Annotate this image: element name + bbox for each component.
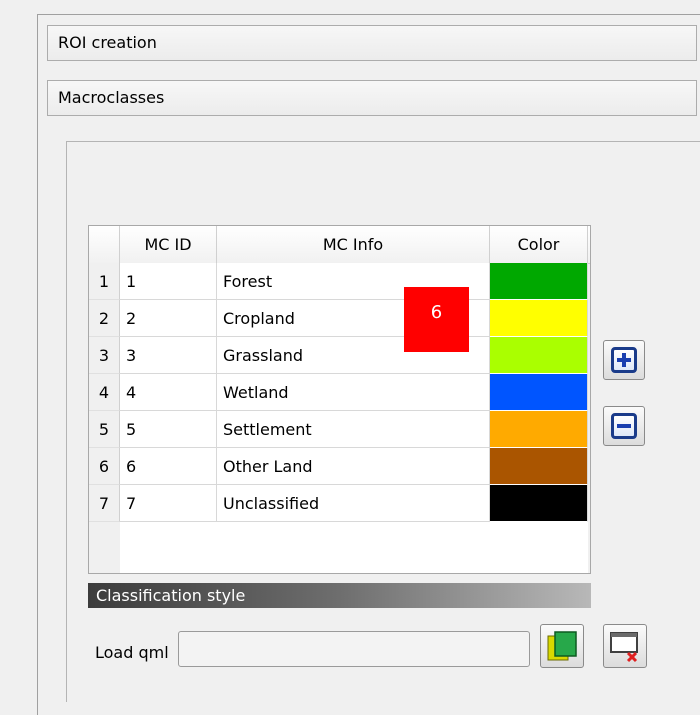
mc-info-cell[interactable]: Unclassified — [217, 485, 490, 522]
table-row[interactable]: 2 2 Cropland — [89, 300, 588, 337]
load-qml-icon — [547, 631, 577, 661]
table-header: MC ID MC Info Color — [89, 226, 590, 264]
mc-info-cell[interactable]: Settlement — [217, 411, 490, 448]
mc-id-cell[interactable]: 6 — [120, 448, 217, 485]
row-number[interactable]: 3 — [89, 337, 120, 374]
table-corner[interactable] — [89, 226, 120, 263]
table-empty-area — [120, 522, 588, 573]
color-cell[interactable] — [490, 411, 588, 448]
macroclasses-header[interactable]: Macroclasses — [47, 80, 697, 116]
load-qml-button[interactable] — [540, 624, 584, 668]
mc-id-cell[interactable]: 5 — [120, 411, 217, 448]
mc-id-cell[interactable]: 1 — [120, 263, 217, 300]
plus-icon — [611, 347, 637, 373]
color-cell[interactable] — [490, 485, 588, 522]
load-qml-label: Load qml — [95, 643, 169, 662]
color-cell[interactable] — [490, 448, 588, 485]
color-cell[interactable] — [490, 374, 588, 411]
mc-info-cell[interactable]: Other Land — [217, 448, 490, 485]
reset-style-icon — [610, 632, 638, 663]
classification-style-title: Classification style — [88, 583, 591, 608]
macroclass-table[interactable]: MC ID MC Info Color 1 1 Forest 2 2 Cropland 3 3… — [88, 225, 591, 574]
mc-id-cell[interactable]: 3 — [120, 337, 217, 374]
row-number[interactable]: 1 — [89, 263, 120, 300]
table-row[interactable]: 6 6 Other Land — [89, 448, 588, 485]
table-row[interactable]: 3 3 Grassland — [89, 337, 588, 374]
table-row[interactable]: 5 5 Settlement — [89, 411, 588, 448]
color-cell[interactable] — [490, 337, 588, 374]
column-header-mc-id[interactable]: MC ID — [120, 226, 217, 263]
table-row[interactable]: 7 7 Unclassified — [89, 485, 588, 522]
row-number[interactable]: 4 — [89, 374, 120, 411]
table-row[interactable]: 4 4 Wetland — [89, 374, 588, 411]
minus-icon — [611, 413, 637, 439]
remove-macroclass-button[interactable] — [603, 406, 645, 446]
row-number[interactable]: 6 — [89, 448, 120, 485]
mc-id-cell[interactable]: 4 — [120, 374, 217, 411]
table-row[interactable]: 1 1 Forest — [89, 263, 588, 300]
roi-creation-header[interactable]: ROI creation — [47, 25, 697, 61]
add-macroclass-button[interactable] — [603, 340, 645, 380]
mc-info-cell[interactable]: Wetland — [217, 374, 490, 411]
row-number[interactable]: 5 — [89, 411, 120, 448]
mc-id-cell[interactable]: 2 — [120, 300, 217, 337]
color-cell[interactable] — [490, 263, 588, 300]
mc-id-cell[interactable]: 7 — [120, 485, 217, 522]
column-header-color[interactable]: Color — [490, 226, 588, 263]
column-header-mc-info[interactable]: MC Info — [217, 226, 490, 263]
reset-style-button[interactable] — [603, 624, 647, 668]
color-cell[interactable] — [490, 300, 588, 337]
annotation-marker: 6 — [404, 287, 469, 352]
load-qml-path-field[interactable] — [178, 631, 530, 667]
row-number[interactable]: 2 — [89, 300, 120, 337]
row-number[interactable]: 7 — [89, 485, 120, 522]
